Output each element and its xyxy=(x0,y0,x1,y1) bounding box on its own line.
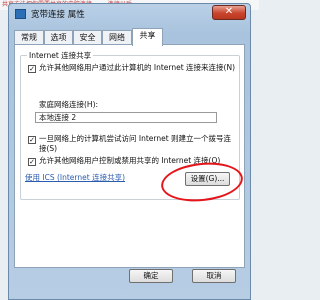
tab-network[interactable]: 网络 xyxy=(102,30,132,45)
network-connection-icon xyxy=(15,9,26,19)
title-bar: 宽带连接 属性 ✕ xyxy=(9,4,250,26)
cancel-button[interactable]: 取消 xyxy=(192,269,236,283)
tab-options[interactable]: 选项 xyxy=(44,30,73,45)
home-network-label: 家庭网络连接(H): xyxy=(39,100,99,109)
allow-share-label: 允许其他网络用户通过此计算机的 Internet 连接来连接(N) xyxy=(39,63,236,72)
home-network-field[interactable]: 本地连接 2 xyxy=(35,112,217,123)
ics-help-link[interactable]: 使用 ICS (Internet 连接共享) xyxy=(25,172,125,183)
tab-general[interactable]: 常规 xyxy=(14,30,44,45)
tab-security[interactable]: 安全 xyxy=(73,30,102,45)
dial-on-demand-label: 一旦网络上的计算机尝试访问 Internet 则建立一个拨号连接(S) xyxy=(39,134,232,153)
tab-sharing[interactable]: 共享 xyxy=(132,28,163,46)
close-button[interactable]: ✕ xyxy=(212,5,246,20)
allow-control-checkbox[interactable]: ✓ xyxy=(28,158,36,166)
window-title: 宽带连接 属性 xyxy=(31,10,85,20)
sharing-panel: Internet 连接共享 ✓ 允许其他网络用户通过此计算机的 Internet… xyxy=(14,44,245,268)
ics-group-title: Internet 连接共享 xyxy=(27,50,94,61)
allow-share-checkbox[interactable]: ✓ xyxy=(28,65,36,73)
ok-button[interactable]: 确定 xyxy=(129,269,173,283)
dial-on-demand-checkbox[interactable]: ✓ xyxy=(28,136,36,144)
properties-dialog: 宽带连接 属性 ✕ 常规 选项 安全 网络 共享 Internet 连接共享 ✓… xyxy=(8,3,251,300)
